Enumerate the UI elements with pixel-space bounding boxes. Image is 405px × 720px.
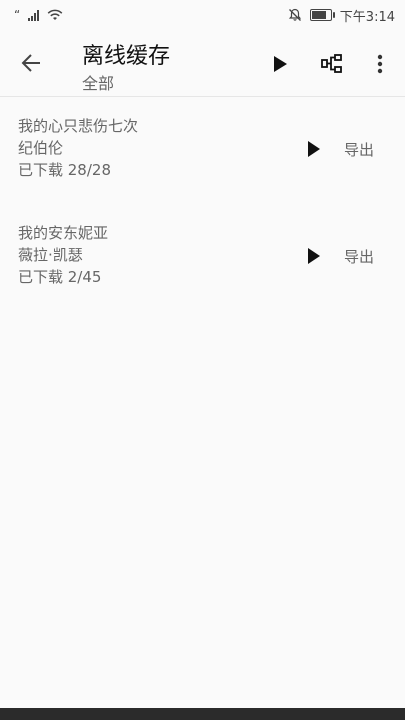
play-icon bbox=[308, 141, 320, 157]
status-bar: “ 下午3:14 bbox=[0, 0, 405, 30]
more-options-button[interactable] bbox=[368, 50, 392, 78]
navigation-bar bbox=[0, 708, 405, 720]
tree-view-button[interactable] bbox=[318, 50, 346, 78]
list-item[interactable]: 我的心只悲伤七次 纪伯伦 已下载 28/28 导出 bbox=[0, 97, 405, 204]
download-list: 我的心只悲伤七次 纪伯伦 已下载 28/28 导出 我的安东妮亚 薇拉·凯瑟 已… bbox=[0, 97, 405, 311]
item-progress: 已下载 2/45 bbox=[18, 268, 102, 286]
export-button[interactable]: 导出 bbox=[344, 246, 374, 267]
status-right: 下午3:14 bbox=[288, 6, 395, 25]
battery-icon bbox=[309, 9, 335, 21]
page-subtitle[interactable]: 全部 bbox=[82, 70, 114, 94]
page-title: 离线缓存 bbox=[82, 44, 171, 69]
arrow-left-icon bbox=[21, 54, 40, 72]
back-button[interactable] bbox=[16, 48, 46, 78]
app-bar: 离线缓存 全部 bbox=[0, 30, 405, 97]
item-title: 我的安东妮亚 bbox=[18, 224, 109, 242]
signal-icon bbox=[28, 9, 40, 21]
item-title: 我的心只悲伤七次 bbox=[18, 117, 139, 135]
item-text: 我的安东妮亚 薇拉·凯瑟 已下载 2/45 bbox=[18, 222, 108, 288]
item-artist: 薇拉·凯瑟 bbox=[18, 246, 83, 264]
export-button[interactable]: 导出 bbox=[344, 139, 374, 160]
item-play-button[interactable] bbox=[300, 135, 328, 163]
play-all-button[interactable] bbox=[266, 50, 294, 78]
wifi-icon bbox=[47, 9, 63, 20]
item-text: 我的心只悲伤七次 纪伯伦 已下载 28/28 bbox=[18, 115, 138, 181]
notifications-off-icon bbox=[288, 8, 301, 21]
more-vertical-icon bbox=[377, 54, 383, 74]
play-icon bbox=[308, 248, 320, 264]
tree-structure-icon bbox=[321, 54, 342, 73]
carrier-mark: “ bbox=[14, 8, 21, 22]
item-progress: 已下载 28/28 bbox=[18, 161, 111, 179]
status-time: 下午3:14 bbox=[339, 9, 395, 25]
status-left: “ bbox=[14, 8, 63, 22]
play-icon bbox=[274, 56, 287, 72]
item-artist: 纪伯伦 bbox=[18, 139, 64, 157]
list-item[interactable]: 我的安东妮亚 薇拉·凯瑟 已下载 2/45 导出 bbox=[0, 204, 405, 311]
item-play-button[interactable] bbox=[300, 242, 328, 270]
